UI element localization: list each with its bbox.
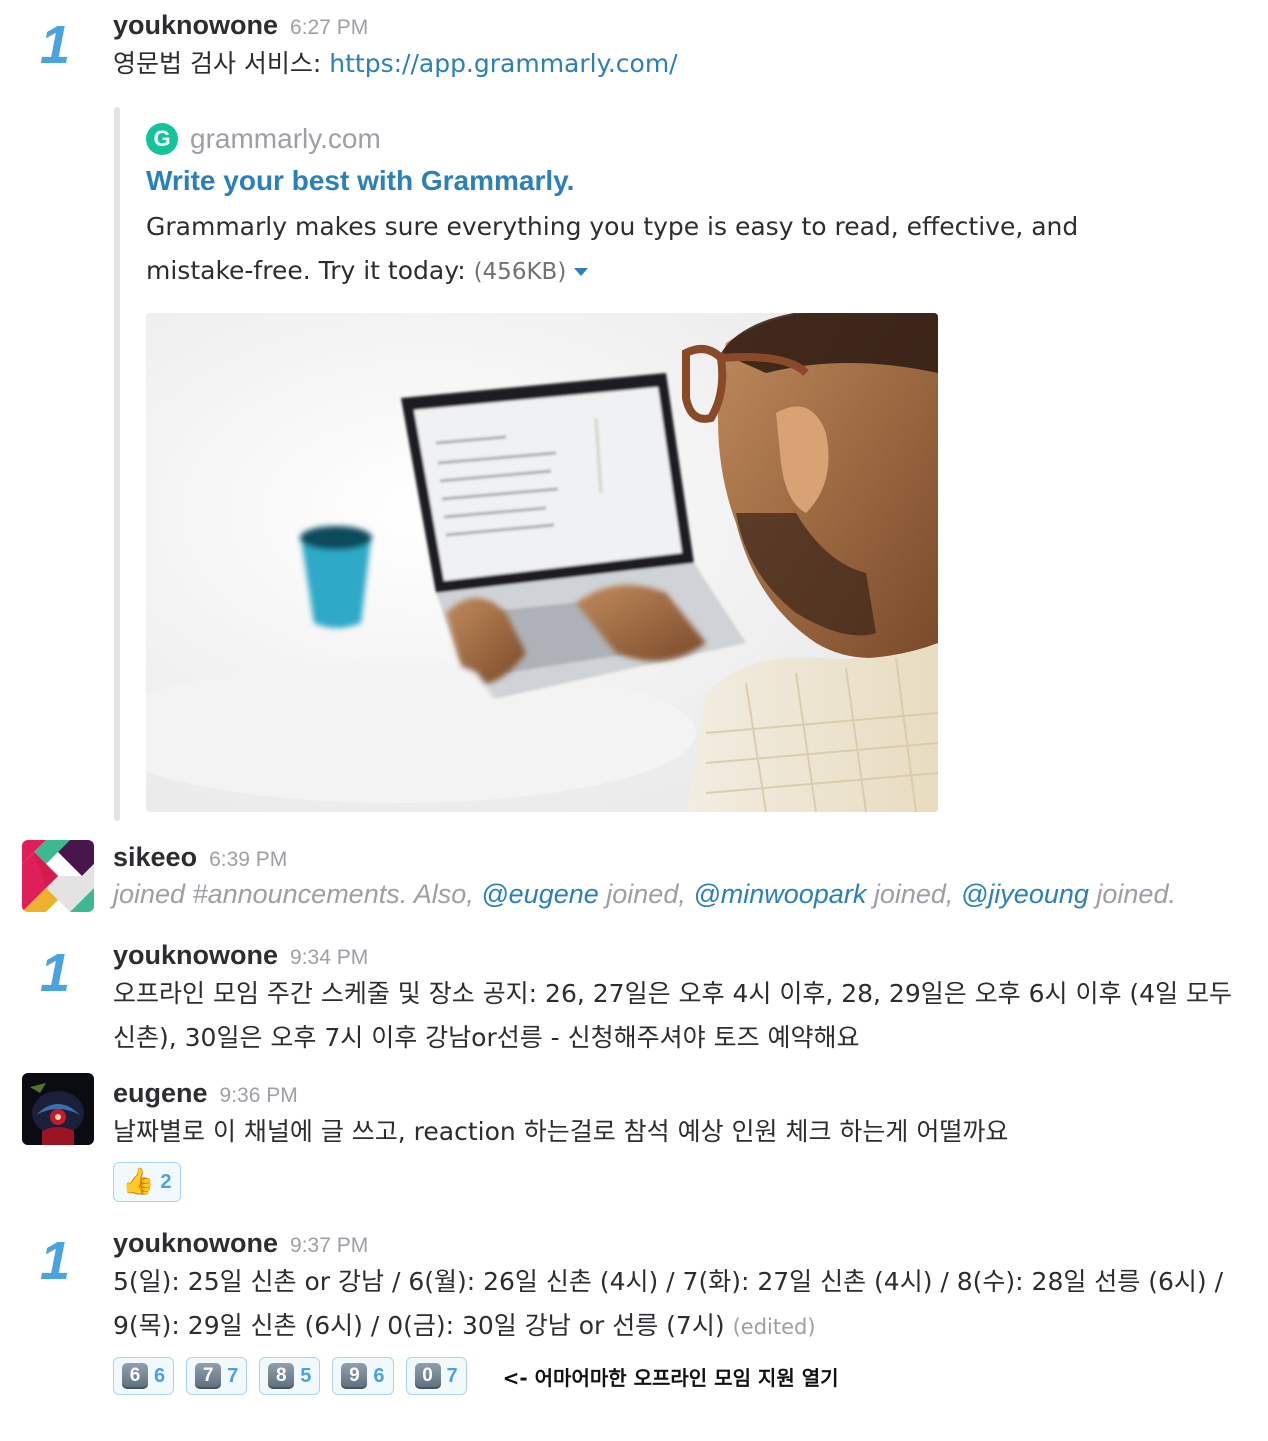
avatar-eugene[interactable] [22, 1073, 94, 1145]
reactions: 👍 2 [113, 1162, 1248, 1202]
attachment-service: G grammarly.com [146, 121, 381, 157]
keycap-six-icon: 6 [122, 1363, 148, 1389]
attachment-title[interactable]: Write your best with Grammarly. [146, 165, 574, 197]
join-text: joined, [866, 879, 961, 909]
timestamp[interactable]: 9:36 PM [220, 1084, 298, 1107]
reaction-count: 6 [154, 1364, 166, 1387]
message-youknowone-627: 1 youknowone 6:27 PM 영문법 검사 서비스: https://… [0, 8, 1268, 828]
message-header: youknowone 6:27 PM [113, 8, 1248, 42]
message-text-body: 5(일): 25일 신촌 or 강남 / 6(월): 26일 신촌 (4시) /… [113, 1267, 1224, 1340]
keycap-zero-icon: 0 [414, 1363, 441, 1389]
edited-label: (edited) [732, 1315, 816, 1339]
message-text: 영문법 검사 서비스: https://app.grammarly.com/ [113, 42, 1248, 86]
join-text: joined, [598, 879, 694, 909]
attachment-size: (456KB) [473, 259, 567, 285]
reaction-keycap-9[interactable]: 9 6 [332, 1357, 394, 1395]
keycap-eight-icon: 8 [268, 1363, 295, 1389]
keycap-seven-icon: 7 [195, 1363, 222, 1389]
mention-eugene[interactable]: @eugene [481, 879, 599, 909]
attachment-service-name: grammarly.com [190, 123, 381, 154]
attachment-image[interactable] [146, 313, 938, 812]
avatar-number-one[interactable]: 1 [40, 946, 84, 1000]
avatar-sikeeo[interactable] [22, 840, 94, 912]
message-text: 오프라인 모임 주간 스케줄 및 장소 공지: 26, 27일은 오후 4시 이… [113, 979, 1233, 1052]
message-youknowone-934: 1 youknowone 9:34 PM 오프라인 모임 주간 스케줄 및 장소 … [0, 938, 1268, 1058]
annotation-note: <- 어마어마한 오프라인 모임 지원 열기 [502, 1365, 839, 1390]
join-text: joined #announcements. Also, [113, 879, 482, 909]
keycap-nine-icon: 9 [341, 1363, 368, 1389]
reaction-keycap-6[interactable]: 6 6 [113, 1357, 175, 1395]
reaction-count: 6 [373, 1364, 385, 1387]
grammarly-logo-icon: G [146, 123, 178, 155]
attachment-bar [114, 107, 120, 821]
reaction-keycap-7[interactable]: 7 7 [186, 1357, 248, 1395]
mention-jiyeoung[interactable]: @jiyeoung [961, 879, 1089, 909]
reaction-count: 5 [300, 1364, 312, 1387]
username[interactable]: sikeeo [113, 842, 197, 872]
reactions: 6 6 7 7 8 5 9 6 0 7 <- 어마어마한 오프라인 모임 지원 … [113, 1357, 1248, 1395]
message-text-prefix: 영문법 검사 서비스: [113, 49, 330, 78]
message-text: 날짜별로 이 채널에 글 쓰고, reaction 하는걸로 참석 예상 인원 … [113, 1117, 1009, 1146]
avatar-number-one[interactable]: 1 [40, 18, 84, 72]
attachment-description-text: Grammarly makes sure everything you type… [146, 212, 1079, 285]
message-header: sikeeo 6:39 PM [113, 840, 1248, 874]
laptop-photo-illustration [146, 313, 938, 812]
timestamp[interactable]: 9:37 PM [290, 1234, 368, 1257]
reaction-count: 7 [446, 1364, 458, 1387]
username[interactable]: youknowone [113, 940, 278, 970]
username[interactable]: youknowone [113, 1228, 278, 1258]
eugene-avatar-icon [22, 1073, 94, 1145]
link-attachment: G grammarly.com Write your best with Gra… [114, 107, 1078, 821]
attachment-description: Grammarly makes sure everything you type… [146, 205, 1126, 294]
message-header: youknowone 9:34 PM [113, 938, 1248, 972]
message-youknowone-937: 1 youknowone 9:37 PM 5(일): 25일 신촌 or 강남 /… [0, 1226, 1268, 1416]
username[interactable]: eugene [113, 1078, 208, 1108]
message-text: 5(일): 25일 신촌 or 강남 / 6(월): 26일 신촌 (4시) /… [113, 1260, 1248, 1349]
message-header: youknowone 9:37 PM [113, 1226, 1248, 1260]
username[interactable]: youknowone [113, 10, 278, 40]
message-eugene-936: eugene 9:36 PM 날짜별로 이 채널에 글 쓰고, reaction … [0, 1073, 1268, 1206]
timestamp[interactable]: 6:27 PM [290, 16, 368, 39]
mention-minwoopark[interactable]: @minwoopark [693, 879, 866, 909]
timestamp[interactable]: 6:39 PM [209, 848, 287, 871]
reaction-count: 7 [227, 1364, 239, 1387]
join-notice: joined #announcements. Also, @eugene joi… [113, 874, 1248, 914]
reaction-thumbs-up[interactable]: 👍 2 [113, 1162, 181, 1202]
timestamp[interactable]: 9:34 PM [290, 946, 368, 969]
message-sikeeo-639: sikeeo 6:39 PM joined #announcements. Als… [0, 840, 1268, 920]
join-text: joined. [1088, 879, 1176, 909]
thumbs-up-icon: 👍 [122, 1167, 155, 1197]
reaction-count: 2 [160, 1170, 172, 1193]
avatar-number-one[interactable]: 1 [40, 1234, 84, 1288]
caret-down-icon[interactable] [574, 268, 589, 276]
message-link[interactable]: https://app.grammarly.com/ [329, 49, 677, 78]
slack-logo-avatar-icon [22, 840, 94, 912]
reaction-keycap-8[interactable]: 8 5 [259, 1357, 321, 1395]
message-header: eugene 9:36 PM [113, 1076, 1248, 1110]
reaction-keycap-0[interactable]: 0 7 [405, 1357, 467, 1395]
